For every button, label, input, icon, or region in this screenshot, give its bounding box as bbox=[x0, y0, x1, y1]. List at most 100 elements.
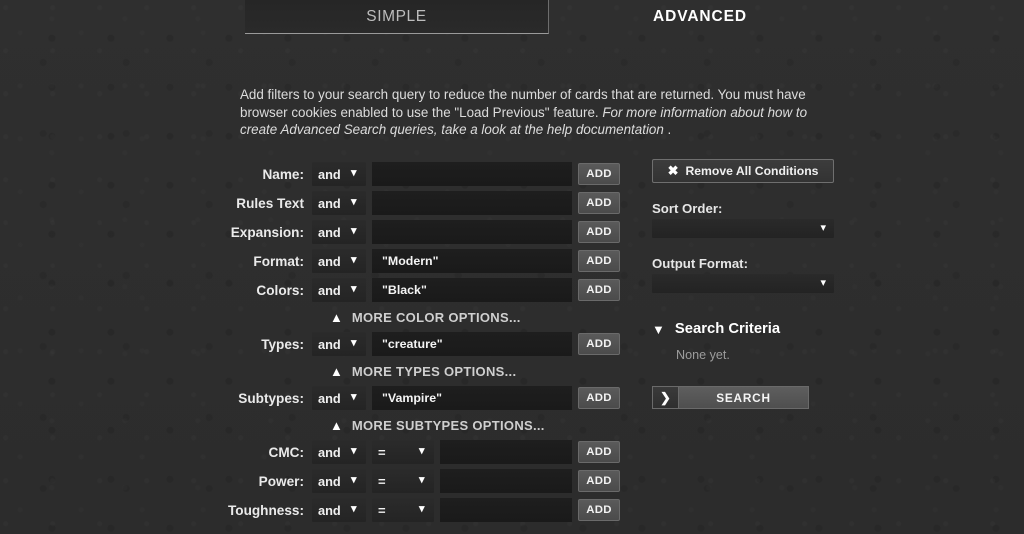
search-criteria-empty-text: None yet. bbox=[676, 348, 730, 362]
remove-all-conditions-label: Remove All Conditions bbox=[685, 164, 819, 178]
add-button-name[interactable]: ADD bbox=[578, 163, 620, 185]
filter-label-rules-text: Rules Text bbox=[236, 195, 304, 211]
chevron-down-icon: ▾ bbox=[351, 503, 357, 515]
filter-input-rules-text[interactable] bbox=[372, 191, 572, 215]
conjunction-value-name: and bbox=[318, 166, 341, 182]
filter-label-format: Format: bbox=[253, 253, 304, 269]
chevron-up-icon: ▲ bbox=[330, 364, 343, 379]
chevron-down-icon: ▾ bbox=[351, 445, 357, 457]
chevron-up-icon: ▲ bbox=[330, 418, 343, 433]
conjunction-value-rules-text: and bbox=[318, 195, 341, 211]
filter-input-colors[interactable]: "Black" bbox=[372, 278, 572, 302]
conjunction-select-format[interactable]: and ▾ bbox=[312, 249, 366, 273]
chevron-down-icon: ▾ bbox=[419, 503, 425, 515]
chevron-down-icon: ▾ bbox=[351, 254, 357, 266]
add-button-power[interactable]: ADD bbox=[578, 470, 620, 492]
filter-row-subtypes: Subtypes: and ▾ "Vampire" ADD bbox=[0, 386, 620, 410]
conjunction-value-subtypes: and bbox=[318, 390, 341, 406]
search-button-group[interactable]: ❯ SEARCH bbox=[652, 386, 809, 409]
more-subtypes-options-link[interactable]: ▲ MORE SUBTYPES OPTIONS... bbox=[0, 415, 620, 436]
filter-row-power: Power: and ▾ = ▾ ADD bbox=[0, 469, 620, 493]
operator-select-cmc[interactable]: = ▾ bbox=[372, 440, 434, 464]
filter-label-expansion: Expansion: bbox=[230, 224, 304, 240]
tab-simple[interactable]: SIMPLE bbox=[245, 0, 549, 34]
conjunction-value-format: and bbox=[318, 253, 341, 269]
conjunction-select-cmc[interactable]: and ▾ bbox=[312, 440, 366, 464]
conjunction-select-toughness[interactable]: and ▾ bbox=[312, 498, 366, 522]
filter-input-power[interactable] bbox=[440, 469, 572, 493]
filter-label-name: Name: bbox=[262, 166, 304, 182]
conjunction-value-toughness: and bbox=[318, 502, 341, 518]
more-types-options-link[interactable]: ▲ MORE TYPES OPTIONS... bbox=[0, 361, 620, 382]
operator-value-cmc: = bbox=[378, 444, 386, 460]
filter-input-expansion[interactable] bbox=[372, 220, 572, 244]
tab-bar: SIMPLE ADVANCED bbox=[0, 0, 1024, 44]
filter-row-types: Types: and ▾ "creature" ADD bbox=[0, 332, 620, 356]
chevron-down-icon: ▾ bbox=[351, 337, 357, 349]
filter-input-subtypes[interactable]: "Vampire" bbox=[372, 386, 572, 410]
filter-input-cmc[interactable] bbox=[440, 440, 572, 464]
conjunction-value-cmc: and bbox=[318, 444, 341, 460]
x-close-icon: ✖ bbox=[667, 163, 679, 178]
conjunction-select-colors[interactable]: and ▾ bbox=[312, 278, 366, 302]
search-criteria-header[interactable]: ▼ Search Criteria bbox=[652, 321, 834, 337]
filter-row-toughness: Toughness: and ▾ = ▾ ADD bbox=[0, 498, 620, 522]
filter-input-types[interactable]: "creature" bbox=[372, 332, 572, 356]
chevron-down-icon: ▾ bbox=[419, 474, 425, 486]
chevron-down-icon: ▾ bbox=[820, 222, 826, 234]
search-options-panel: ✖ Remove All Conditions Sort Order: ▾ Ou… bbox=[652, 159, 834, 409]
filter-row-cmc: CMC: and ▾ = ▾ ADD bbox=[0, 440, 620, 464]
tab-advanced[interactable]: ADVANCED bbox=[600, 0, 800, 33]
filter-input-format[interactable]: "Modern" bbox=[372, 249, 572, 273]
filter-label-subtypes: Subtypes: bbox=[238, 390, 304, 406]
advanced-search-form: Name: and ▾ ADD Rules Text and ▾ ADD Exp… bbox=[0, 162, 620, 527]
search-criteria-title: Search Criteria bbox=[674, 321, 781, 337]
add-button-cmc[interactable]: ADD bbox=[578, 441, 620, 463]
chevron-down-icon: ▾ bbox=[351, 474, 357, 486]
operator-select-toughness[interactable]: = ▾ bbox=[372, 498, 434, 522]
filter-label-power: Power: bbox=[258, 473, 304, 489]
chevron-right-icon: ❯ bbox=[652, 386, 678, 409]
chevron-down-icon: ▾ bbox=[351, 225, 357, 237]
operator-select-power[interactable]: = ▾ bbox=[372, 469, 434, 493]
sort-order-select[interactable]: ▾ bbox=[652, 219, 834, 238]
add-button-colors[interactable]: ADD bbox=[578, 279, 620, 301]
conjunction-select-rules-text[interactable]: and ▾ bbox=[312, 191, 366, 215]
filter-label-types: Types: bbox=[261, 336, 304, 352]
conjunction-select-types[interactable]: and ▾ bbox=[312, 332, 366, 356]
conjunction-select-expansion[interactable]: and ▾ bbox=[312, 220, 366, 244]
filter-input-toughness[interactable] bbox=[440, 498, 572, 522]
conjunction-value-expansion: and bbox=[318, 224, 341, 240]
intro-text-part3: . bbox=[663, 122, 672, 138]
filter-label-colors: Colors: bbox=[256, 282, 304, 298]
more-color-options-label: MORE COLOR OPTIONS... bbox=[351, 310, 521, 325]
filter-input-name[interactable] bbox=[372, 162, 572, 186]
tab-advanced-label: ADVANCED bbox=[653, 7, 747, 25]
chevron-down-icon: ▾ bbox=[351, 391, 357, 403]
filter-label-cmc: CMC: bbox=[268, 444, 305, 460]
tab-simple-label: SIMPLE bbox=[366, 7, 427, 25]
search-button[interactable]: SEARCH bbox=[678, 386, 809, 409]
chevron-up-icon: ▲ bbox=[330, 310, 343, 325]
chevron-down-icon: ▼ bbox=[652, 321, 665, 337]
add-button-format[interactable]: ADD bbox=[578, 250, 620, 272]
conjunction-select-subtypes[interactable]: and ▾ bbox=[312, 386, 366, 410]
more-color-options-link[interactable]: ▲ MORE COLOR OPTIONS... bbox=[0, 307, 620, 328]
add-button-subtypes[interactable]: ADD bbox=[578, 387, 620, 409]
add-button-types[interactable]: ADD bbox=[578, 333, 620, 355]
filter-label-toughness: Toughness: bbox=[227, 502, 304, 518]
remove-all-conditions-button[interactable]: ✖ Remove All Conditions bbox=[652, 159, 834, 183]
more-types-options-label: MORE TYPES OPTIONS... bbox=[351, 364, 517, 379]
chevron-down-icon: ▾ bbox=[820, 277, 826, 289]
add-button-rules-text[interactable]: ADD bbox=[578, 192, 620, 214]
add-button-expansion[interactable]: ADD bbox=[578, 221, 620, 243]
operator-value-toughness: = bbox=[378, 502, 386, 518]
add-button-toughness[interactable]: ADD bbox=[578, 499, 620, 521]
conjunction-value-power: and bbox=[318, 473, 341, 489]
output-format-select[interactable]: ▾ bbox=[652, 274, 834, 293]
conjunction-select-power[interactable]: and ▾ bbox=[312, 469, 366, 493]
filter-row-rules-text: Rules Text and ▾ ADD bbox=[0, 191, 620, 215]
filter-row-colors: Colors: and ▾ "Black" ADD bbox=[0, 278, 620, 302]
conjunction-select-name[interactable]: and ▾ bbox=[312, 162, 366, 186]
chevron-down-icon: ▾ bbox=[351, 283, 357, 295]
